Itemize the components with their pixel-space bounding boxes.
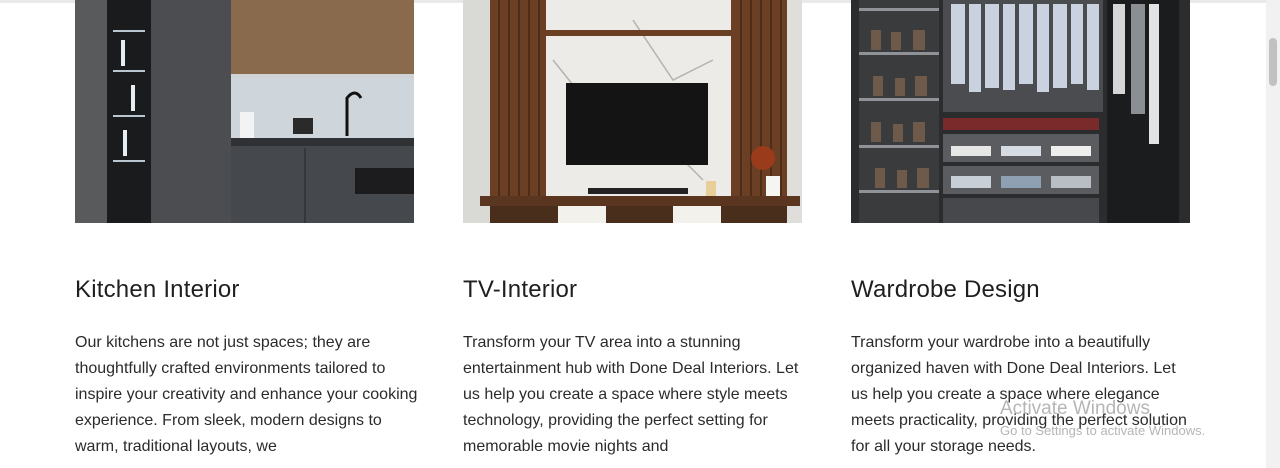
card-description: Transform your wardrobe into a beautiful…	[851, 334, 1187, 455]
card-title: TV-Interior	[463, 276, 578, 303]
service-card-wardrobe: Wardrobe Design Transform your wardrobe …	[851, 0, 1190, 455]
scrollbar-thumb[interactable]	[1269, 38, 1277, 86]
service-card-kitchen: Kitchen Interior Our kitchens are not ju…	[75, 0, 417, 455]
service-card-tv: TV-Interior Transform your TV area into …	[463, 0, 802, 455]
vertical-scrollbar[interactable]	[1266, 0, 1280, 468]
tv-interior-image	[463, 0, 802, 223]
card-description: Our kitchens are not just spaces; they a…	[75, 334, 418, 455]
card-title: Wardrobe Design	[851, 276, 1040, 303]
card-title: Kitchen Interior	[75, 276, 240, 303]
kitchen-image	[75, 0, 414, 223]
card-description: Transform your TV area into a stunning e…	[463, 334, 799, 455]
wardrobe-image	[851, 0, 1190, 223]
